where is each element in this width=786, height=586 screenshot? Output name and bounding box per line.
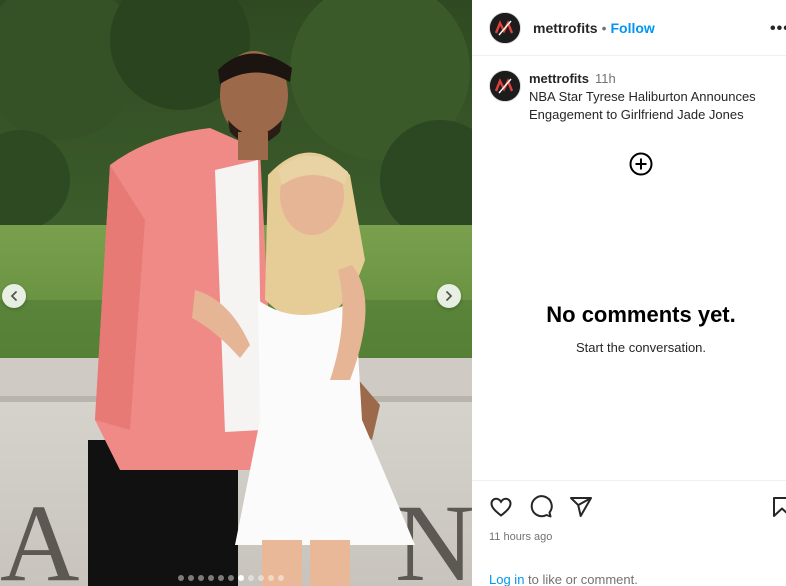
carousel-next-button[interactable] xyxy=(437,284,461,308)
header-separator: • xyxy=(601,19,607,36)
carousel-dot xyxy=(238,575,244,581)
carousel-dot xyxy=(228,575,234,581)
caption-username[interactable]: mettrofits xyxy=(529,71,589,86)
carousel-prev-button[interactable] xyxy=(2,284,26,308)
follow-button[interactable]: Follow xyxy=(610,20,654,36)
carousel-dot xyxy=(278,575,284,581)
post-side-panel: mettrofits • Follow ••• mettrofits 11h NB… xyxy=(472,0,786,586)
svg-text:A: A xyxy=(0,482,79,586)
carousel-dot xyxy=(188,575,194,581)
carousel-dot xyxy=(198,575,204,581)
carousel-dot xyxy=(248,575,254,581)
carousel-dots xyxy=(178,575,284,581)
caption-time: 11h xyxy=(594,71,616,86)
bookmark-icon[interactable] xyxy=(770,495,786,519)
plus-circle-icon[interactable] xyxy=(629,152,653,176)
post-photo: A N xyxy=(0,0,472,586)
post-header: mettrofits • Follow xyxy=(472,0,786,56)
chevron-right-icon xyxy=(446,291,453,301)
carousel-dot xyxy=(268,575,274,581)
no-comments-subtitle: Start the conversation. xyxy=(575,340,707,355)
caption-text-block: mettrofits 11h NBA Star Tyrese Haliburton… xyxy=(529,70,779,124)
share-icon[interactable] xyxy=(569,495,593,519)
no-comments-title: No comments yet. xyxy=(546,302,736,327)
mettrofits-logo-icon xyxy=(490,71,520,101)
post-actions-bar: 11 hours ago Log in to like or comment. xyxy=(472,480,786,586)
carousel-dot xyxy=(178,575,184,581)
post-caption: mettrofits 11h NBA Star Tyrese Haliburton… xyxy=(489,70,779,124)
chevron-left-icon xyxy=(10,291,17,301)
mettrofits-logo-icon xyxy=(490,12,520,43)
login-prompt: Log in to like or comment. xyxy=(489,572,638,586)
heart-icon[interactable] xyxy=(489,495,513,519)
avatar[interactable] xyxy=(489,11,521,44)
caption-avatar[interactable] xyxy=(489,70,521,102)
carousel-dot xyxy=(208,575,214,581)
more-options-icon[interactable]: ••• xyxy=(770,20,786,38)
comment-icon[interactable] xyxy=(529,495,553,519)
carousel-dot xyxy=(258,575,264,581)
header-username[interactable]: mettrofits xyxy=(533,20,598,36)
post-media[interactable]: A N xyxy=(0,0,472,586)
login-suffix: to like or comment. xyxy=(524,572,638,586)
post-timestamp: 11 hours ago xyxy=(489,531,553,543)
login-link[interactable]: Log in xyxy=(489,572,524,586)
caption-body: NBA Star Tyrese Haliburton Announces Eng… xyxy=(529,89,756,122)
carousel-dot xyxy=(218,575,224,581)
